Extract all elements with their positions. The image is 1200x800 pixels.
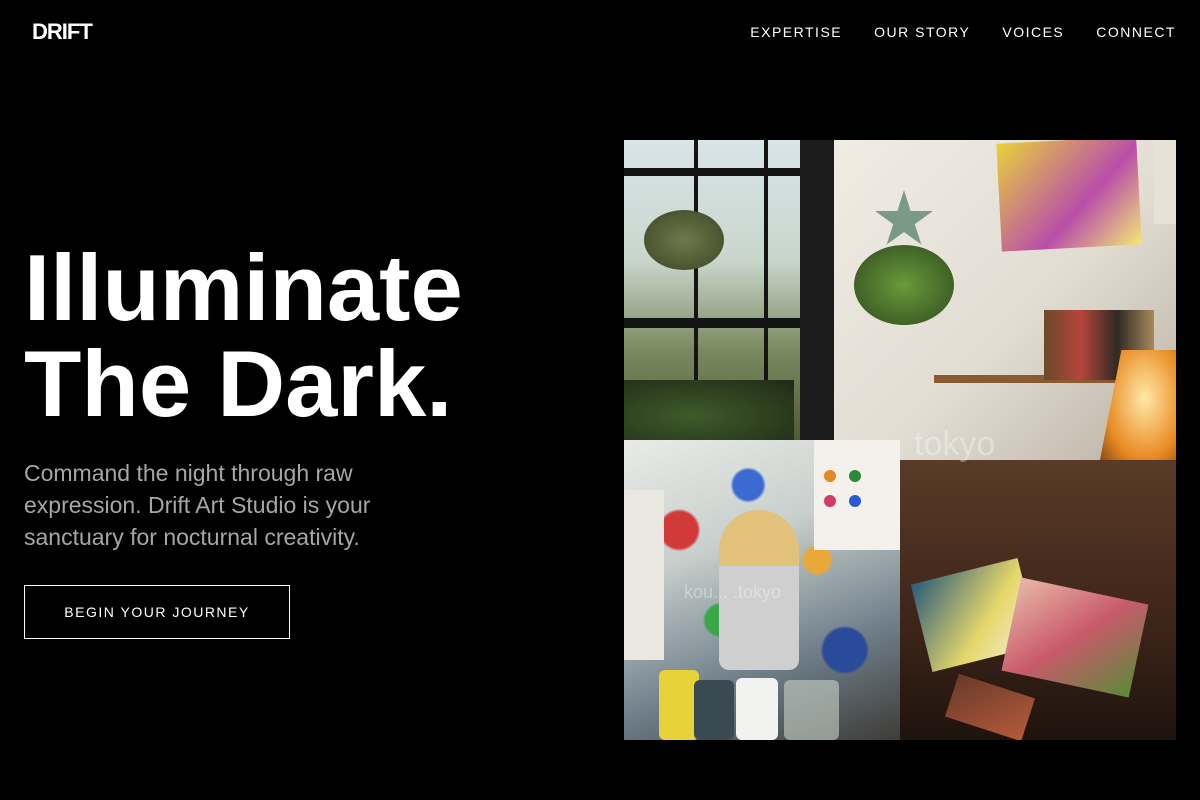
image-watermark-small: kou... .tokyo	[684, 582, 782, 602]
begin-journey-button[interactable]: BEGIN YOUR JOURNEY	[24, 585, 290, 639]
nav-link-voices[interactable]: VOICES	[1002, 24, 1064, 40]
logo[interactable]: DRIFT	[32, 19, 93, 45]
hero-title-line-1: Illuminate	[24, 235, 463, 340]
top-nav: DRIFT EXPERTISE OUR STORY VOICES CONNECT	[0, 0, 1200, 64]
studio-wall-image	[834, 140, 1176, 460]
hero-title: Illuminate The Dark.	[24, 240, 463, 432]
nav-link-our-story[interactable]: OUR STORY	[874, 24, 970, 40]
studio-window-image	[624, 140, 834, 440]
nav-links: EXPERTISE OUR STORY VOICES CONNECT	[750, 24, 1176, 40]
nav-link-connect[interactable]: CONNECT	[1096, 24, 1176, 40]
hero-image-collage: tokyo kou... .tokyo	[624, 140, 1176, 740]
hero-subtitle: Command the night through raw expression…	[24, 460, 371, 550]
hero-title-line-2: The Dark.	[24, 331, 453, 436]
nav-link-expertise[interactable]: EXPERTISE	[750, 24, 842, 40]
studio-desk-image	[900, 460, 1176, 740]
image-watermark: tokyo	[914, 425, 996, 463]
